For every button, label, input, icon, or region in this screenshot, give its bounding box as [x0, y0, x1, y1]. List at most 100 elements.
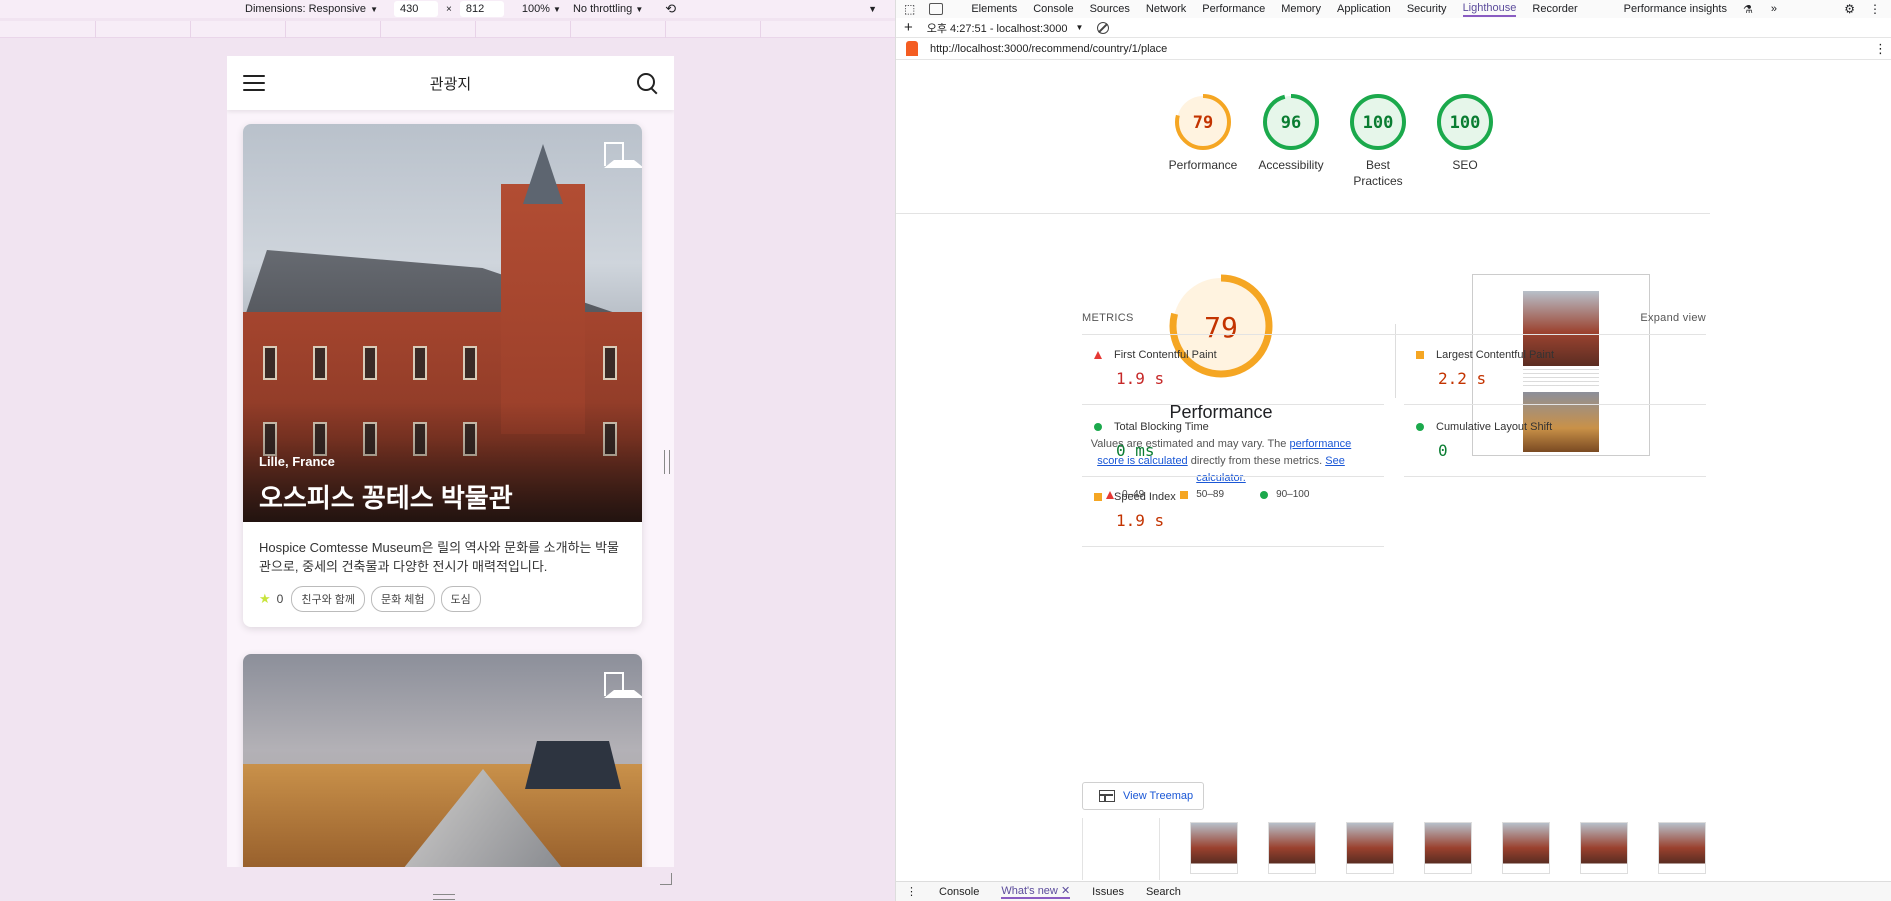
width-input[interactable]: 430 — [393, 1, 438, 17]
metrics-section: METRICS Expand view First Contentful Pai… — [1082, 312, 1706, 565]
flask-icon: ⚗ — [1742, 3, 1753, 16]
gauge-label: SEO — [1452, 158, 1478, 172]
metric-speed-index[interactable]: Speed Index 1.9 s — [1082, 477, 1384, 547]
gauge-label: Performance — [1168, 158, 1238, 172]
star-icon: ★ — [259, 591, 271, 606]
gauge-best-practices[interactable]: 100 Best Practices — [1333, 92, 1423, 189]
devtools-panel: ⬚ Elements Console Sources Network Perfo… — [895, 0, 1891, 901]
tab-application[interactable]: Application — [1337, 3, 1391, 16]
dimensions-control: Dimensions: Responsive ▼ 430 × 812 — [245, 1, 504, 17]
tag-chip[interactable]: 친구와 함께 — [291, 586, 365, 612]
search-icon[interactable] — [636, 72, 658, 94]
chevron-down-icon[interactable]: ▼ — [1075, 23, 1083, 32]
rotate-icon[interactable]: ⟲ — [665, 1, 676, 17]
filmstrip-frame — [1502, 822, 1550, 874]
lighthouse-toolbar: + 오후 4:27:51 - localhost:3000 ▼ — [896, 18, 1891, 38]
dimensions-dropdown[interactable]: Dimensions: Responsive — [245, 3, 366, 15]
toolbar-more-icon[interactable]: ▼ — [868, 4, 877, 14]
metric-cls[interactable]: Cumulative Layout Shift 0 — [1404, 407, 1706, 477]
kebab-menu-icon[interactable]: ⋮ — [1874, 41, 1887, 57]
tab-recorder[interactable]: Recorder — [1532, 3, 1577, 16]
new-report-icon[interactable]: + — [904, 19, 913, 36]
drawer-tab-console[interactable]: Console — [939, 886, 979, 898]
tab-performance[interactable]: Performance — [1202, 3, 1265, 16]
clear-icon[interactable] — [1097, 21, 1110, 34]
gauge-ring: 79 — [1175, 94, 1231, 150]
tab-network[interactable]: Network — [1146, 3, 1186, 16]
place-card[interactable]: Lille, France 오스피스 꽁테스 박물관 Hospice Comte… — [243, 124, 642, 627]
tab-sources[interactable]: Sources — [1090, 3, 1130, 16]
bookmark-icon[interactable] — [603, 142, 642, 168]
resize-handle-right[interactable] — [664, 450, 670, 474]
zoom-dropdown[interactable]: 100% ▼ — [522, 3, 561, 15]
metric-lcp[interactable]: Largest Contentful Paint 2.2 s — [1404, 335, 1706, 405]
gauge-seo[interactable]: 100 SEO — [1420, 92, 1510, 173]
svg-text:96: 96 — [1281, 113, 1301, 133]
score-gauges: 79 Performance 96 Accessibility 100 Best… — [896, 86, 1710, 214]
place-description: Hospice Comtesse Museum은 릴의 역사와 문화를 소개하는… — [259, 540, 620, 574]
metrics-heading: METRICS — [1082, 312, 1134, 324]
tab-lighthouse[interactable]: Lighthouse — [1462, 2, 1517, 17]
filmstrip-frame — [1346, 822, 1394, 874]
gauge-label: Accessibility — [1258, 158, 1324, 172]
drawer-tab-search[interactable]: Search — [1146, 886, 1181, 898]
treemap-icon — [1099, 790, 1115, 802]
metric-value: 1.9 s — [1116, 369, 1165, 388]
filmstrip-frame — [1190, 822, 1238, 874]
report-selector[interactable]: 오후 4:27:51 - localhost:3000 — [927, 20, 1068, 36]
metric-tbt[interactable]: Total Blocking Time 0 ms — [1082, 407, 1384, 477]
device-toggle-icon[interactable] — [929, 3, 944, 15]
tab-memory[interactable]: Memory — [1281, 3, 1321, 16]
kebab-menu-icon[interactable]: ⋮ — [1869, 2, 1881, 16]
view-treemap-button[interactable]: View Treemap — [1082, 782, 1204, 810]
place-card[interactable] — [243, 654, 642, 867]
metric-name: Speed Index — [1114, 491, 1176, 503]
drawer-tabbar: ⋮ Console What's new ✕ Issues Search — [896, 881, 1891, 901]
close-icon[interactable]: ✕ — [1061, 885, 1070, 897]
tag-chip[interactable]: 도심 — [440, 586, 481, 612]
place-meta: ★ 0 친구와 함께 문화 체험 도심 — [259, 586, 626, 612]
rating-count: 0 — [276, 592, 284, 606]
tab-performance-insights[interactable]: Performance insights — [1624, 3, 1727, 16]
treemap-label: View Treemap — [1123, 790, 1194, 802]
tab-security[interactable]: Security — [1407, 3, 1447, 16]
svg-text:100: 100 — [1363, 113, 1394, 133]
average-square-icon — [1416, 351, 1424, 359]
metric-value: 0 ms — [1116, 441, 1155, 460]
tag-chip[interactable]: 문화 체험 — [371, 586, 435, 612]
height-input[interactable]: 812 — [459, 1, 504, 17]
svg-text:100: 100 — [1450, 113, 1481, 133]
lighthouse-logo-icon — [906, 41, 918, 56]
device-toolbar: Dimensions: Responsive ▼ 430 × 812 100% … — [0, 0, 895, 18]
zoom-value: 100% — [521, 3, 550, 15]
drawer-tab-whats-new[interactable]: What's new ✕ — [1001, 884, 1071, 899]
tab-elements[interactable]: Elements — [971, 3, 1017, 16]
metric-name: Total Blocking Time — [1114, 421, 1209, 433]
average-square-icon — [1094, 493, 1102, 501]
chevron-down-icon: ▼ — [635, 5, 644, 14]
drawer-tab-issues[interactable]: Issues — [1092, 886, 1124, 898]
times-sign: × — [445, 3, 452, 15]
bookmark-icon[interactable] — [603, 672, 642, 698]
gauge-ring: 96 — [1263, 94, 1319, 150]
tab-console[interactable]: Console — [1033, 3, 1073, 16]
expand-view-button[interactable]: Expand view — [1640, 312, 1706, 324]
filmstrip-frame — [1580, 822, 1628, 874]
devtools-tabbar: ⬚ Elements Console Sources Network Perfo… — [896, 0, 1891, 18]
gauge-performance[interactable]: 79 Performance — [1158, 92, 1248, 173]
report-url[interactable]: http://localhost:3000/recommend/country/… — [930, 43, 1167, 55]
gauge-ring: 100 — [1437, 94, 1493, 150]
gear-icon[interactable]: ⚙ — [1844, 2, 1855, 16]
inspect-icon[interactable]: ⬚ — [904, 2, 915, 16]
more-tabs-icon[interactable]: » — [1771, 3, 1777, 15]
menu-icon[interactable] — [243, 75, 265, 91]
resize-handle-bottom[interactable] — [433, 894, 455, 900]
throttling-dropdown[interactable]: No throttling ▼ — [573, 3, 643, 15]
media-query-ruler — [0, 21, 895, 38]
gauge-accessibility[interactable]: 96 Accessibility — [1246, 92, 1336, 173]
drawer-tab-label: What's new — [1001, 885, 1058, 897]
kebab-menu-icon[interactable]: ⋮ — [906, 885, 917, 898]
metric-fcp[interactable]: First Contentful Paint 1.9 s — [1082, 335, 1384, 405]
resize-handle-corner[interactable] — [660, 873, 672, 885]
throttling-value: No throttling — [572, 3, 633, 15]
